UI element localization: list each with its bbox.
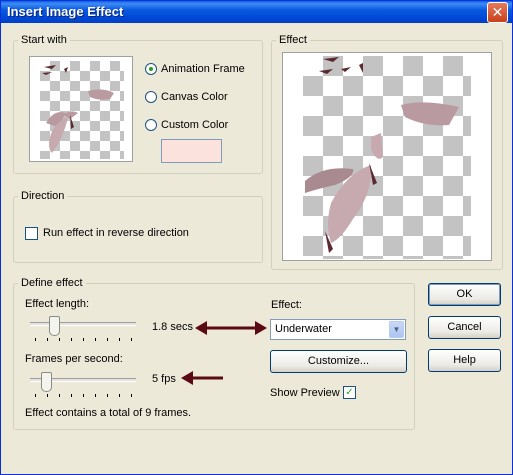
tick — [35, 394, 36, 397]
effect-type-label: Effect: — [271, 299, 302, 311]
radio-canvas-color[interactable] — [145, 91, 157, 103]
radio-animation-frame[interactable] — [145, 63, 157, 75]
tick — [83, 338, 84, 341]
tick — [107, 338, 108, 341]
effect-type-select[interactable]: Underwater ▼ — [270, 319, 406, 340]
tick — [71, 394, 72, 397]
radio-canvas-color-label: Canvas Color — [161, 91, 228, 103]
custom-color-swatch[interactable] — [161, 139, 222, 163]
chevron-down-icon[interactable]: ▼ — [389, 321, 404, 338]
tick — [59, 338, 60, 341]
tick — [35, 338, 36, 341]
effect-preview-legend: Effect — [279, 34, 307, 46]
direction-legend: Direction — [21, 190, 65, 202]
tick — [47, 338, 48, 341]
insert-image-effect-dialog: Insert Image Effect ✕ Start with Animati… — [0, 0, 513, 475]
effect-type-value: Underwater — [275, 323, 332, 335]
annotation-arrow-fps — [181, 371, 223, 385]
tick — [119, 338, 120, 341]
tick — [95, 338, 96, 341]
ok-button-label: OK — [456, 288, 473, 300]
tick — [59, 394, 60, 397]
effect-length-ticks — [35, 338, 135, 342]
fps-slider-thumb[interactable] — [41, 372, 52, 392]
show-preview-checkbox[interactable]: ✓ — [343, 386, 356, 399]
tick — [107, 394, 108, 397]
close-icon: ✕ — [491, 4, 504, 20]
start-frame-image — [42, 65, 114, 153]
cancel-button-label: Cancel — [447, 321, 482, 333]
define-effect-legend: Define effect — [21, 277, 83, 289]
tick — [71, 338, 72, 341]
effect-preview-frame — [282, 52, 492, 261]
radio-animation-frame-label: Animation Frame — [161, 63, 245, 75]
fps-value: 5 fps — [152, 373, 176, 385]
effect-length-label: Effect length: — [25, 298, 90, 310]
effect-length-slider-track[interactable] — [30, 322, 136, 326]
start-frame-preview — [29, 56, 133, 162]
close-button[interactable]: ✕ — [487, 2, 508, 23]
tick — [95, 394, 96, 397]
customize-button[interactable]: Customize... — [270, 350, 407, 373]
cancel-button[interactable]: Cancel — [428, 316, 501, 339]
tick — [119, 394, 120, 397]
tick — [47, 394, 48, 397]
help-button-label: Help — [453, 354, 476, 366]
tick — [131, 394, 132, 397]
frames-info-text: Effect contains a total of 9 frames. — [25, 407, 192, 419]
radio-custom-color[interactable] — [145, 119, 157, 131]
ok-button[interactable]: OK — [428, 283, 501, 306]
effect-length-value: 1.8 secs — [152, 321, 193, 333]
customize-button-label: Customize... — [307, 355, 370, 367]
help-button[interactable]: Help — [428, 349, 501, 372]
annotation-arrow-length — [195, 321, 267, 335]
title-bar[interactable]: Insert Image Effect ✕ — [1, 1, 512, 23]
fps-ticks — [35, 394, 135, 398]
reverse-direction-label: Run effect in reverse direction — [43, 227, 189, 239]
reverse-direction-checkbox[interactable] — [25, 227, 38, 240]
fps-label: Frames per second: — [25, 353, 123, 365]
show-preview-label: Show Preview — [270, 387, 340, 399]
tick — [83, 394, 84, 397]
effect-length-slider-thumb[interactable] — [49, 316, 60, 336]
start-with-legend: Start with — [21, 34, 67, 46]
effect-preview-image — [305, 57, 459, 253]
radio-custom-color-label: Custom Color — [161, 119, 229, 131]
window-title: Insert Image Effect — [7, 4, 124, 19]
tick — [131, 338, 132, 341]
